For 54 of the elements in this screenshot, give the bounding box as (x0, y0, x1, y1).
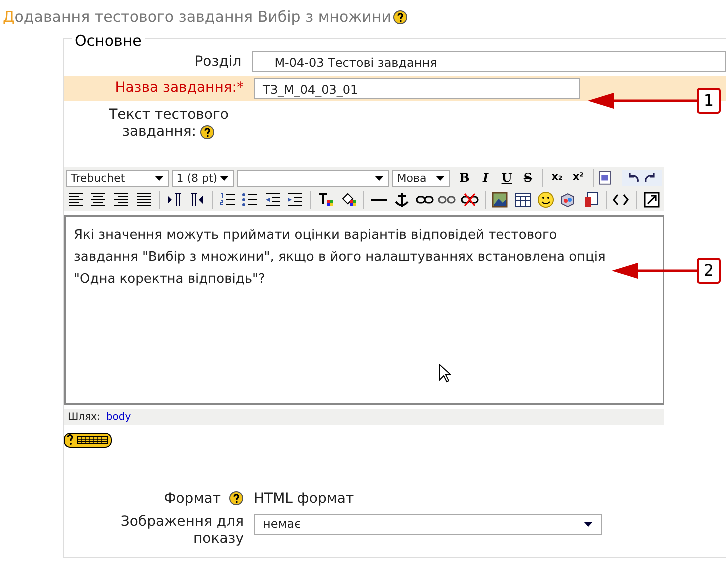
outdent-icon[interactable] (264, 191, 282, 209)
mouse-pointer-icon (439, 364, 451, 383)
field-label: Текст тестового завдання: (108, 107, 230, 141)
path-label: Шлях: (68, 412, 100, 423)
caret-icon (436, 176, 445, 180)
callout-number: 2 (697, 258, 721, 284)
path-link[interactable]: body (106, 412, 132, 423)
underline-button[interactable]: U (498, 168, 516, 188)
indent-icon[interactable] (286, 191, 304, 209)
name-input[interactable]: ТЗ_М_04_03_01 (254, 78, 580, 99)
text-color-icon[interactable] (317, 191, 336, 209)
toolbar-dropdown[interactable]: Мова (392, 170, 450, 186)
justify-icon[interactable] (134, 191, 153, 209)
image-icon[interactable] (491, 191, 510, 209)
anchor-icon[interactable] (392, 191, 411, 209)
word-document-icon[interactable] (598, 170, 614, 186)
help-icon[interactable] (200, 124, 216, 140)
keyboard-help-icon[interactable] (64, 432, 112, 448)
align-left-icon[interactable] (66, 191, 85, 209)
caret-icon (154, 176, 164, 180)
table-icon[interactable] (514, 191, 532, 209)
field-label: Формат (164, 490, 221, 506)
field-label: Розділ (194, 53, 243, 71)
content-text: Які значення можуть приймати оцінки варіантів відповідей тестового завдання "Вибір з множини", якщо в його налаштуваннях встановлена опція "Одна коректна відповідь"? (74, 227, 607, 289)
help-icon[interactable] (229, 491, 244, 506)
field-label: Назва завдання: (115, 80, 237, 96)
callout-number: 1 (697, 88, 721, 114)
editor-text-area[interactable]: Які значення можуть приймати оцінки варіантів відповідей тестового завдання "Вибір з множини", якщо в його налаштуваннях встановлена опція "Одна коректна відповідь"? (64, 215, 664, 405)
align-right-icon[interactable] (112, 191, 130, 209)
help-icon[interactable] (393, 10, 408, 24)
left-to-right-icon[interactable] (165, 191, 184, 209)
superscript-button[interactable]: x² (569, 168, 588, 188)
align-center-icon[interactable] (89, 191, 108, 209)
caret-icon (220, 176, 230, 180)
toolbar-dropdown[interactable]: Trebuchet (66, 170, 169, 186)
toolbar-dropdown[interactable]: 1 (8 pt) (172, 170, 234, 186)
italic-button[interactable]: I (476, 168, 495, 188)
required-mark: * (237, 80, 244, 96)
bold-button[interactable]: B (456, 168, 474, 188)
strikethrough-button[interactable]: S (519, 168, 538, 188)
bullet-list-icon[interactable] (241, 191, 260, 209)
format-value: HTML формат (254, 490, 354, 508)
caret-icon (584, 522, 593, 526)
field-label: Зображення для показу (120, 514, 244, 548)
page-title: Додавання тестового завдання Вибір з множини (3, 6, 392, 28)
undo-icon[interactable] (626, 172, 640, 184)
remove-link-icon[interactable] (460, 191, 479, 209)
section-select[interactable]: М-04-03 Тестові завдання (252, 51, 726, 72)
fullscreen-icon[interactable] (643, 191, 662, 209)
smiley-icon[interactable] (536, 191, 555, 209)
media-icon[interactable] (559, 191, 578, 209)
image-select[interactable]: немає (254, 514, 602, 534)
caret-icon (375, 176, 384, 180)
subscript-button[interactable]: x₂ (548, 168, 566, 188)
